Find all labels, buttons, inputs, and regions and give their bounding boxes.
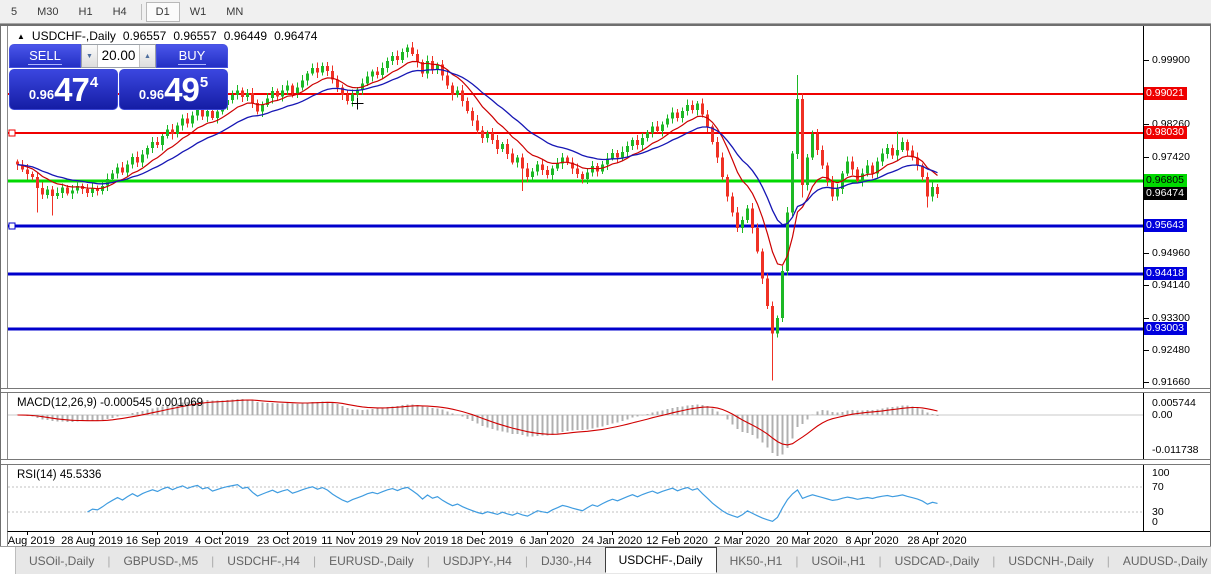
axis-tick	[1144, 253, 1149, 254]
volume-decrease-button[interactable]: ▼	[82, 45, 98, 67]
chart-tab-eurusd-daily[interactable]: EURUSD-,Daily	[316, 547, 427, 574]
macd-axis-label: 0.00	[1152, 409, 1173, 421]
price-level-badge: 0.96805	[1144, 174, 1187, 187]
chart-tab-usdchf-daily[interactable]: USDCHF-,Daily	[604, 547, 717, 573]
macd-pane-row: MACD(12,26,9) -0.000545 0.001069 0.00574…	[1, 393, 1210, 459]
volume-spinner: ▼ 20.00 ▲	[81, 44, 156, 68]
timeframe-button-w1[interactable]: W1	[180, 2, 217, 22]
price-level-badge: 0.99021	[1144, 87, 1187, 100]
rsi-pane-row: RSI(14) 45.5336 100 70 30 0	[1, 465, 1210, 531]
chart-tab-usoil-h1[interactable]: USOil-,H1	[798, 547, 878, 574]
chart-tab-gbpusd-m5[interactable]: GBPUSD-,M5	[110, 547, 211, 574]
ohlc-open: 0.96557	[122, 29, 167, 43]
chart-tab-audusd-daily[interactable]: AUDUSD-,Daily	[1110, 547, 1211, 574]
timeframe-toolbar: 5 M30 H1 H4 D1 W1 MN	[0, 0, 1211, 24]
timeframe-button-5[interactable]: 5	[1, 2, 27, 22]
chart-tab-usdcnh-daily[interactable]: USDCNH-,Daily	[995, 547, 1106, 574]
axis-tick	[1144, 60, 1149, 61]
rsi-axis-label: 70	[1152, 481, 1164, 493]
chart-symbol-title: USDCHF-,Daily	[31, 29, 116, 43]
price-level-badge: 0.98030	[1144, 126, 1187, 139]
macd-axis[interactable]: 0.005744 0.00 -0.011738	[1143, 393, 1210, 459]
chart-tab-dj30-h4[interactable]: DJ30-,H4	[528, 547, 605, 574]
macd-label: MACD(12,26,9) -0.000545 0.001069	[17, 397, 204, 409]
timeframe-button-h1[interactable]: H1	[69, 2, 103, 22]
sell-price-display[interactable]: 0.96 47 4	[9, 69, 118, 110]
price-tick-label: 0.91660	[1152, 376, 1190, 388]
macd-chart-area[interactable]: MACD(12,26,9) -0.000545 0.001069	[7, 393, 1143, 459]
axis-tick	[1144, 350, 1149, 351]
buy-price-display[interactable]: 0.96 49 5	[119, 69, 228, 110]
buy-price-prefix: 0.96	[138, 86, 165, 102]
price-tick-label: 0.92480	[1152, 344, 1190, 356]
axis-tick	[1144, 157, 1149, 158]
one-click-trade-panel: SELL ▼ 20.00 ▲ BUY 0.96 47 4 0.96 49 5	[9, 44, 228, 110]
rsi-label: RSI(14) 45.5336	[17, 469, 102, 481]
ohlc-low: 0.96449	[223, 29, 268, 43]
timeframe-button-mn[interactable]: MN	[216, 2, 253, 22]
price-level-badge: 0.95643	[1144, 219, 1187, 232]
price-tick-label: 0.94140	[1152, 279, 1190, 291]
price-tick-label: 0.97420	[1152, 151, 1190, 163]
chart-window: ▲ USDCHF-,Daily 0.96557 0.96557 0.96449 …	[0, 24, 1211, 550]
timeframe-button-h4[interactable]: H4	[103, 2, 137, 22]
buy-button[interactable]: BUY	[156, 44, 228, 68]
ohlc-high: 0.96557	[173, 29, 217, 43]
axis-tick	[1144, 382, 1149, 383]
sell-price-prefix: 0.96	[28, 86, 55, 102]
macd-axis-label: -0.011738	[1152, 444, 1199, 456]
price-tick-label: 0.94960	[1152, 247, 1190, 259]
rsi-axis-label: 0	[1152, 516, 1158, 528]
sell-button[interactable]: SELL	[9, 44, 81, 68]
price-pane-row: ▲ USDCHF-,Daily 0.96557 0.96557 0.96449 …	[1, 26, 1210, 388]
chart-tab-usoil-daily[interactable]: USOil-,Daily	[16, 547, 107, 574]
volume-input[interactable]: 20.00	[98, 45, 139, 67]
volume-increase-button[interactable]: ▲	[139, 45, 155, 67]
rsi-axis[interactable]: 100 70 30 0	[1143, 465, 1210, 531]
timeframe-button-d1[interactable]: D1	[145, 1, 180, 22]
price-tick-label: 0.99900	[1152, 54, 1190, 66]
timeframe-button-m30[interactable]: M30	[27, 2, 68, 22]
chart-tab-usdcad-daily[interactable]: USDCAD-,Daily	[882, 547, 993, 574]
price-level-badge: 0.96474	[1144, 187, 1187, 200]
price-level-badge: 0.93003	[1144, 322, 1187, 335]
macd-axis-label: 0.005744	[1152, 397, 1196, 409]
buy-price-point: 5	[199, 73, 209, 91]
chart-tab-usdchf-h4[interactable]: USDCHF-,H4	[214, 547, 313, 574]
sell-price-point: 4	[89, 73, 99, 91]
ohlc-header: ▲ USDCHF-,Daily 0.96557 0.96557 0.96449 …	[17, 29, 317, 43]
axis-tick	[1144, 318, 1149, 319]
tabbar-corner	[0, 547, 16, 574]
chart-tab-hk50-h1[interactable]: HK50-,H1	[717, 547, 796, 574]
trading-terminal: 5 M30 H1 H4 D1 W1 MN ▲ USDCHF-,Daily 0.96557 0…	[0, 0, 1211, 574]
toolbar-separator	[140, 3, 142, 20]
axis-tick	[1144, 285, 1149, 286]
price-chart-area[interactable]: ▲ USDCHF-,Daily 0.96557 0.96557 0.96449 …	[7, 26, 1143, 388]
symbol-tab-bar: USOil-,Daily | GBPUSD-,M5 | USDCHF-,H4 | EURUS…	[0, 546, 1211, 574]
axis-tick	[1144, 124, 1149, 125]
buy-price-pips: 49	[164, 70, 200, 108]
rsi-axis-label: 100	[1152, 467, 1170, 479]
symbol-direction-icon: ▲	[17, 31, 25, 41]
rsi-indicator-chart[interactable]	[8, 465, 1143, 531]
price-level-badge: 0.94418	[1144, 267, 1187, 280]
price-axis[interactable]: 0.99900 0.98260 0.97420 0.94960 0.94140 0.933…	[1143, 26, 1210, 388]
sell-price-pips: 47	[54, 70, 90, 108]
ohlc-close: 0.96474	[274, 29, 318, 43]
chart-tab-usdjpy-h4[interactable]: USDJPY-,H4	[430, 547, 525, 574]
rsi-chart-area[interactable]: RSI(14) 45.5336	[7, 465, 1143, 531]
